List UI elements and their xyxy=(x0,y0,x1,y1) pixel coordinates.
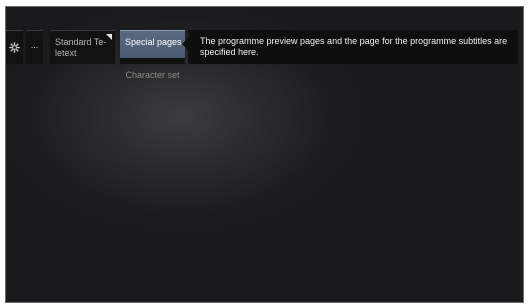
special-pages-tile[interactable]: Special pages xyxy=(120,30,185,64)
character-set-item[interactable]: Character set xyxy=(120,70,185,80)
more-tile[interactable]: ... xyxy=(26,30,43,64)
teletext-tile[interactable]: Standard Te-letext xyxy=(50,30,115,64)
tooltip-pointer xyxy=(182,38,188,50)
gear-icon xyxy=(9,42,20,53)
corner-flag-icon xyxy=(106,34,112,40)
teletext-label: Standard Te-letext xyxy=(55,37,107,58)
settings-tile[interactable] xyxy=(6,30,23,64)
tile-divider xyxy=(120,58,185,64)
tv-menu-screen: ... Standard Te-letext Special pages The… xyxy=(5,6,524,303)
info-text: The programme preview pages and the page… xyxy=(200,36,508,57)
special-pages-label: Special pages xyxy=(125,37,182,47)
info-tooltip: The programme preview pages and the page… xyxy=(182,30,518,64)
more-label: ... xyxy=(30,40,39,50)
